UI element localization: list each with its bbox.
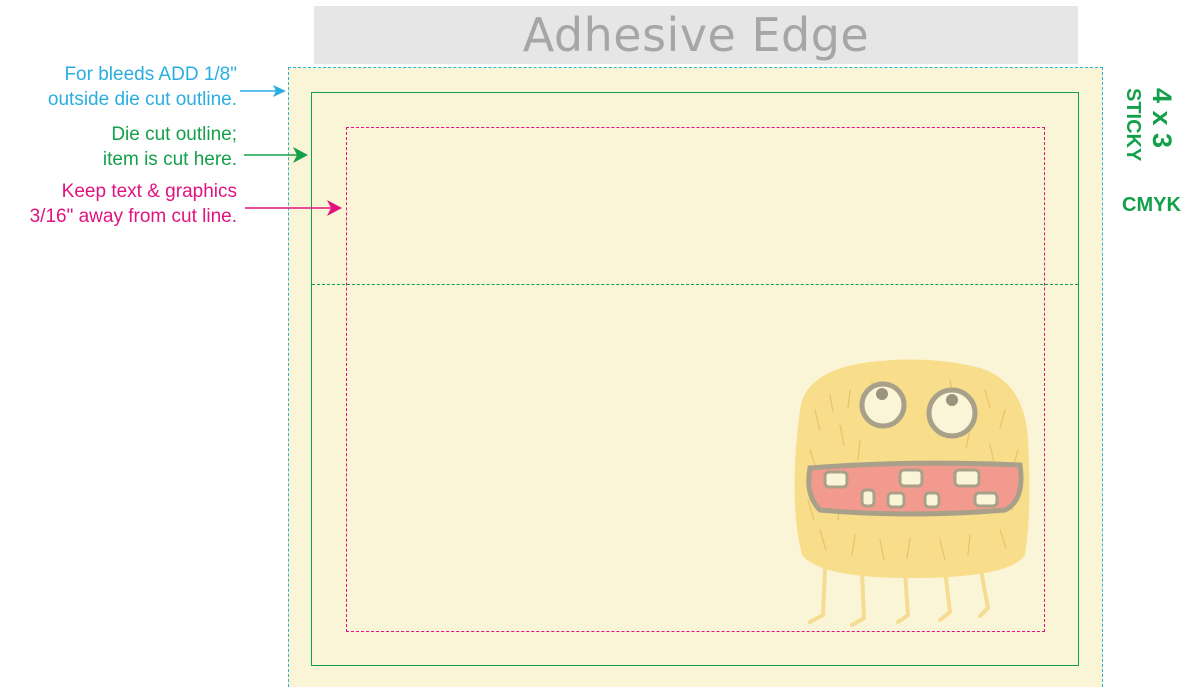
color-mode-label: CMYK <box>1122 194 1181 216</box>
size-label: 4 x 3 <box>1147 88 1177 149</box>
die-cut-arrow-icon <box>244 147 308 163</box>
safe-zone-arrow-icon <box>245 200 342 216</box>
bleed-arrow-icon <box>240 85 286 97</box>
product-type-label: STICKY <box>1122 88 1144 162</box>
fuzzy-monster-icon <box>794 359 1030 627</box>
